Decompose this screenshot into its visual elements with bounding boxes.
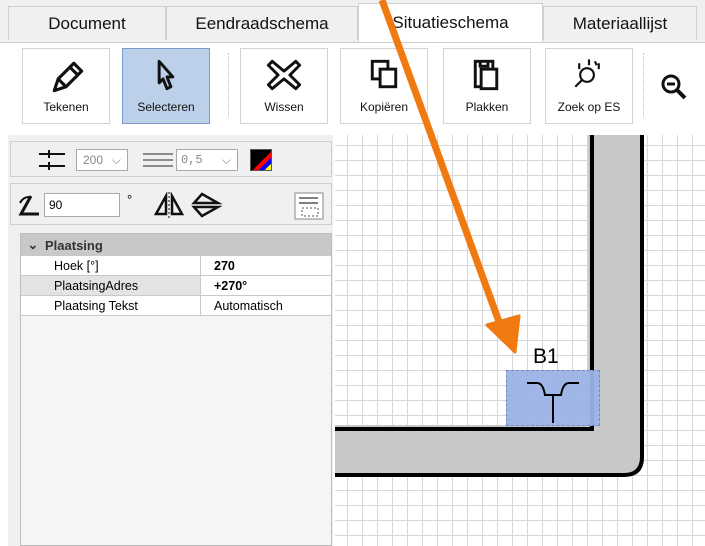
color-picker-icon[interactable] [250,149,272,171]
property-name: Hoek [°] [21,256,201,275]
kopieren-button[interactable]: Kopiëren [340,48,428,124]
tab-eendraadschema[interactable]: Eendraadschema [166,6,358,40]
flip-vertical-icon[interactable] [190,192,222,218]
tekenen-button[interactable]: Tekenen [22,48,110,124]
selecteren-label: Selecteren [137,100,195,114]
copy-icon [370,59,398,89]
property-name: PlaatsingAdres [21,276,201,295]
selecteren-button[interactable]: Selecteren [122,48,210,124]
wissen-button[interactable]: Wissen [240,48,328,124]
rotation-value: 90 [49,198,63,212]
properties-grid: ⌄ Plaatsing Hoek [°] 270 PlaatsingAdres … [20,233,332,546]
property-group-label: Plaatsing [45,237,103,253]
x-icon [266,59,302,91]
tekenen-label: Tekenen [43,100,89,114]
zoek-op-es-button[interactable]: Zoek op ES [545,48,633,124]
drawing-canvas[interactable]: B1 [335,135,705,546]
flip-horizontal-icon[interactable] [152,192,186,218]
line-width-icon [143,153,173,167]
wissen-label: Wissen [264,100,304,114]
zoom-out-icon[interactable] [660,73,688,101]
text-settings-icon[interactable] [294,192,324,220]
property-row-hoek[interactable]: Hoek [°] 270 [21,256,331,276]
tab-label: Materiaallijst [572,13,668,33]
element-label: B1 [533,345,559,368]
rotate-icon[interactable] [17,194,41,216]
plakken-label: Plakken [465,100,509,114]
property-row-plaatsing-tekst[interactable]: Plaatsing Tekst Automatisch [21,296,331,316]
ribbon-separator [228,53,233,117]
chevron-down-icon: ⌄ [27,237,39,252]
ribbon-separator [643,53,648,117]
rotation-input[interactable]: 90 [44,193,120,217]
pencil-icon [52,61,84,93]
search-element-icon [574,59,600,88]
property-value[interactable]: Automatisch [201,296,331,315]
kopieren-label: Kopiëren [359,100,409,114]
tab-label: Situatieschema [392,13,509,32]
tab-document[interactable]: Document [8,6,166,40]
tab-materiaallijst[interactable]: Materiaallijst [543,6,697,40]
line-width-value: 0,5 [181,153,203,167]
size-icon [39,150,65,170]
property-group-header[interactable]: ⌄ Plaatsing [21,234,331,256]
chevron-down-icon: ⌵ [221,152,231,167]
size-select[interactable]: 200 ⌵ [76,149,128,171]
ribbon: Tekenen Selecteren Wissen Kopiëren Plakk… [0,42,705,129]
element-symbol-icon[interactable] [521,373,585,425]
property-value[interactable]: 270 [201,256,331,275]
plakken-button[interactable]: Plakken [443,48,531,124]
zoek-op-es-label: Zoek op ES [557,100,621,114]
size-value: 200 [83,153,104,167]
tab-situatieschema[interactable]: Situatieschema [358,3,543,42]
cursor-icon [157,59,175,91]
paste-icon [473,59,499,91]
degree-label: ° [127,192,133,207]
tab-label: Document [48,13,126,33]
tab-label: Eendraadschema [195,13,329,33]
wall-drawing [335,135,644,477]
property-name: Plaatsing Tekst [21,296,201,315]
property-value[interactable]: +270° [201,276,331,295]
chevron-down-icon: ⌵ [111,152,121,167]
tab-bar: Document Eendraadschema Situatieschema M… [0,0,705,42]
line-width-select[interactable]: 0,5 ⌵ [176,149,238,171]
property-row-plaatsingadres[interactable]: PlaatsingAdres +270° [21,276,331,296]
